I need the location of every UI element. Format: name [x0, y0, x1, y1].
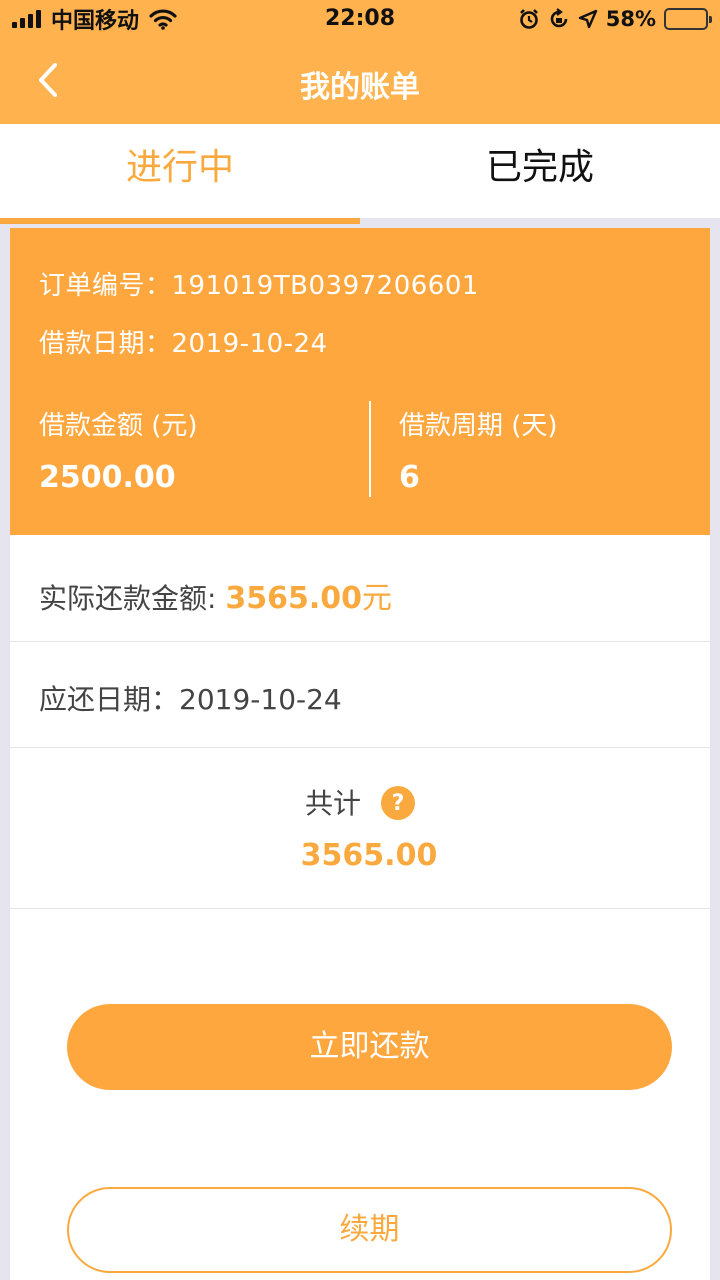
battery-percent: 58% [605, 7, 656, 31]
order-summary: 订单编号：191019TB0397206601 借款日期：2019-10-24 … [10, 228, 710, 535]
alarm-icon [519, 9, 538, 29]
page-title: 我的账单 [300, 70, 420, 105]
loan-amount-value: 2500.00 [39, 460, 176, 495]
total-row: 共计? 3565.00 [10, 748, 710, 909]
repay-now-button[interactable]: 立即还款 [67, 1004, 672, 1090]
tab-bar: 进行中 已完成 [0, 124, 720, 224]
actual-repay-amount: 3565.00 [225, 581, 362, 616]
tab-in-progress[interactable]: 进行中 [0, 124, 360, 224]
renew-button[interactable]: 续期 [67, 1187, 672, 1273]
loan-date-line: 借款日期：2019-10-24 [39, 323, 328, 360]
order-number-value: 191019TB0397206601 [171, 271, 479, 301]
rotation-lock-icon [550, 8, 568, 28]
tab-completed[interactable]: 已完成 [360, 124, 720, 218]
order-number-label: 订单编号： [39, 271, 172, 301]
battery-icon [664, 8, 712, 30]
total-label-line: 共计? [10, 782, 710, 822]
loan-date-value: 2019-10-24 [171, 329, 328, 359]
due-date-text: 应还日期：2019-10-24 [39, 678, 342, 718]
help-icon[interactable]: ? [381, 786, 415, 820]
actual-repay-text: 实际还款金额: 3565.00元 [39, 573, 392, 617]
status-bar: 中国移动 22:08 58% [0, 0, 720, 38]
nav-bar: 我的账单 [0, 38, 720, 124]
due-date-row: 应还日期：2019-10-24 [10, 642, 710, 748]
total-label: 共计 [304, 787, 361, 820]
loan-period-value: 6 [399, 460, 420, 495]
bill-card: 订单编号：191019TB0397206601 借款日期：2019-10-24 … [10, 228, 710, 1280]
loan-date-label: 借款日期： [39, 329, 172, 359]
due-date-label: 应还日期： [39, 683, 180, 716]
total-value: 3565.00 [300, 838, 438, 873]
actual-repay-unit: 元 [361, 581, 392, 616]
location-icon [578, 9, 597, 29]
actual-repay-row: 实际还款金额: 3565.00元 [10, 535, 710, 642]
order-number-line: 订单编号：191019TB0397206601 [39, 265, 479, 302]
loan-period-label: 借款周期 (天) [399, 411, 558, 441]
status-right: 58% [518, 6, 712, 32]
actual-repay-label: 实际还款金额: [39, 582, 226, 615]
loan-amount-label: 借款金额 (元) [39, 411, 198, 441]
due-date-value: 2019-10-24 [179, 683, 342, 716]
stat-divider [369, 401, 371, 497]
